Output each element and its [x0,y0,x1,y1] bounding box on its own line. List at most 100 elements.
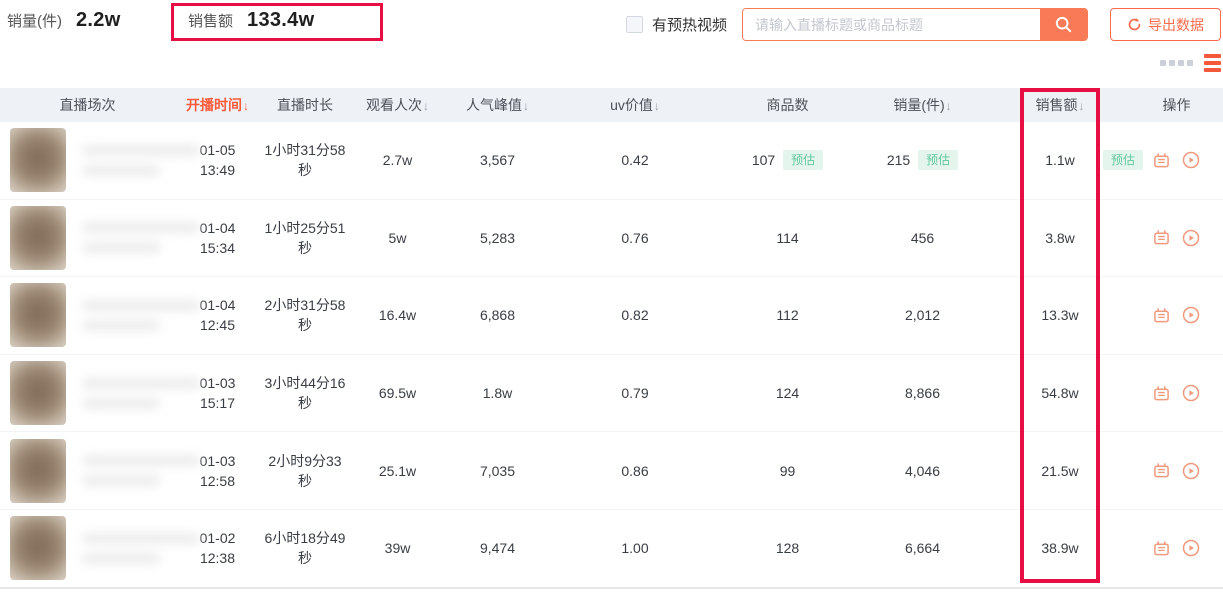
col-header-actions: 操作 [1130,95,1223,115]
stat-label: 销售额 [188,10,233,31]
cell-uv: 0.86 [550,461,720,481]
cell-views: 39w [350,538,445,558]
stat-label: 销量(件) [7,10,62,31]
live-stream-analytics-page: 销量(件) 2.2w 销售额 133.4w 有预热视频 导出数据 直播场次 开播… [0,0,1223,594]
list-view-icon[interactable] [1204,54,1221,72]
cell-duration: 6小时18分49秒 [260,528,350,568]
cell-duration: 2小时9分33秒 [260,451,350,491]
cell-uv: 0.82 [550,305,720,325]
preheat-video-filter[interactable]: 有预热视频 [626,14,727,35]
stream-thumbnail[interactable] [10,516,66,580]
table-row[interactable]: 01-0513:49 1小时31分58秒 2.7w 3,567 0.42 107… [0,122,1223,200]
cell-duration: 1小时31分58秒 [260,140,350,180]
live-room-icon[interactable] [1153,229,1170,246]
estimate-badge: 预估 [783,150,823,170]
stat-value: 2.2w [76,9,121,32]
stream-thumbnail[interactable] [10,206,66,270]
sort-down-icon: ↓ [243,99,249,113]
cell-views: 69.5w [350,383,445,403]
cell-sales: 8,866 [855,383,990,403]
checkbox[interactable] [626,16,643,33]
stat-sales-count: 销量(件) 2.2w [7,9,121,32]
search-input[interactable] [743,9,1040,40]
search-bar[interactable] [742,8,1088,41]
cell-duration: 2小时31分58秒 [260,295,350,335]
col-header-gmv[interactable]: 销售额↓ [990,95,1130,115]
estimate-badge: 预估 [918,150,958,170]
blurred-cover [10,283,66,347]
cell-sales: 215预估 [855,150,990,170]
live-sessions-table: 直播场次 开播时间↓ 直播时长 观看人次↓ 人气峰值↓ uv价值↓ 商品数 销量… [0,88,1223,589]
col-header-peak[interactable]: 人气峰值↓ [445,95,550,115]
cell-actions [1130,384,1223,402]
search-button[interactable] [1040,9,1087,40]
live-room-icon[interactable] [1153,462,1170,479]
col-header-sales[interactable]: 销量(件)↓ [855,95,990,115]
cell-sales: 6,664 [855,538,990,558]
col-header-duration: 直播时长 [260,95,350,115]
cell-gmv: 54.8w [990,383,1130,403]
table-header: 直播场次 开播时间↓ 直播时长 观看人次↓ 人气峰值↓ uv价值↓ 商品数 销量… [0,88,1223,122]
table-row[interactable]: 01-0315:17 3小时44分16秒 69.5w 1.8w 0.79 124… [0,355,1223,433]
cell-gmv: 1.1w预估 [990,150,1130,170]
cell-duration: 1小时25分51秒 [260,218,350,258]
cell-products: 128 [720,538,855,558]
cell-uv: 0.76 [550,228,720,248]
cell-actions [1130,306,1223,324]
sort-down-icon: ↓ [523,99,529,113]
cell-sales: 2,012 [855,305,990,325]
play-replay-icon[interactable] [1182,229,1200,247]
cell-products: 99 [720,461,855,481]
cell-views: 16.4w [350,305,445,325]
blurred-cover [10,206,66,270]
grid-view-icon[interactable] [1160,60,1193,66]
blurred-cover [10,128,66,192]
cell-views: 5w [350,228,445,248]
cell-uv: 0.42 [550,150,720,170]
play-replay-icon[interactable] [1182,151,1200,169]
stream-thumbnail[interactable] [10,361,66,425]
cell-actions [1130,151,1223,169]
sort-down-icon: ↓ [423,99,429,113]
col-header-uv[interactable]: uv价值↓ [550,95,720,115]
checkbox-label[interactable]: 有预热视频 [652,14,727,35]
export-label: 导出数据 [1148,15,1204,35]
blurred-cover [10,516,66,580]
cell-duration: 3小时44分16秒 [260,373,350,413]
stream-thumbnail[interactable] [10,439,66,503]
cell-peak: 6,868 [445,305,550,325]
cell-sales: 456 [855,228,990,248]
stat-gmv: 销售额 133.4w [188,9,314,32]
sort-down-icon: ↓ [654,99,660,113]
table-row[interactable]: 01-0212:38 6小时18分49秒 39w 9,474 1.00 128 … [0,510,1223,589]
play-replay-icon[interactable] [1182,384,1200,402]
col-header-start-time[interactable]: 开播时间↓ [175,95,260,115]
stream-thumbnail[interactable] [10,128,66,192]
table-row[interactable]: 01-0312:58 2小时9分33秒 25.1w 7,035 0.86 99 … [0,432,1223,510]
live-room-icon[interactable] [1153,385,1170,402]
live-room-icon[interactable] [1153,540,1170,557]
blurred-cover [10,361,66,425]
live-room-icon[interactable] [1153,152,1170,169]
table-row[interactable]: 01-0415:34 1小时25分51秒 5w 5,283 0.76 114 4… [0,200,1223,278]
cell-gmv: 13.3w [990,305,1130,325]
cell-gmv: 38.9w [990,538,1130,558]
cell-peak: 3,567 [445,150,550,170]
cell-peak: 1.8w [445,383,550,403]
blurred-cover [10,439,66,503]
cell-views: 25.1w [350,461,445,481]
stream-thumbnail[interactable] [10,283,66,347]
export-refresh-icon [1127,17,1142,32]
col-header-views[interactable]: 观看人次↓ [350,95,445,115]
cell-views: 2.7w [350,150,445,170]
cell-peak: 7,035 [445,461,550,481]
cell-products: 114 [720,228,855,248]
live-room-icon[interactable] [1153,307,1170,324]
play-replay-icon[interactable] [1182,539,1200,557]
export-data-button[interactable]: 导出数据 [1110,8,1221,41]
sort-down-icon: ↓ [946,99,952,113]
play-replay-icon[interactable] [1182,462,1200,480]
cell-actions [1130,229,1223,247]
table-row[interactable]: 01-0412:45 2小时31分58秒 16.4w 6,868 0.82 11… [0,277,1223,355]
play-replay-icon[interactable] [1182,306,1200,324]
